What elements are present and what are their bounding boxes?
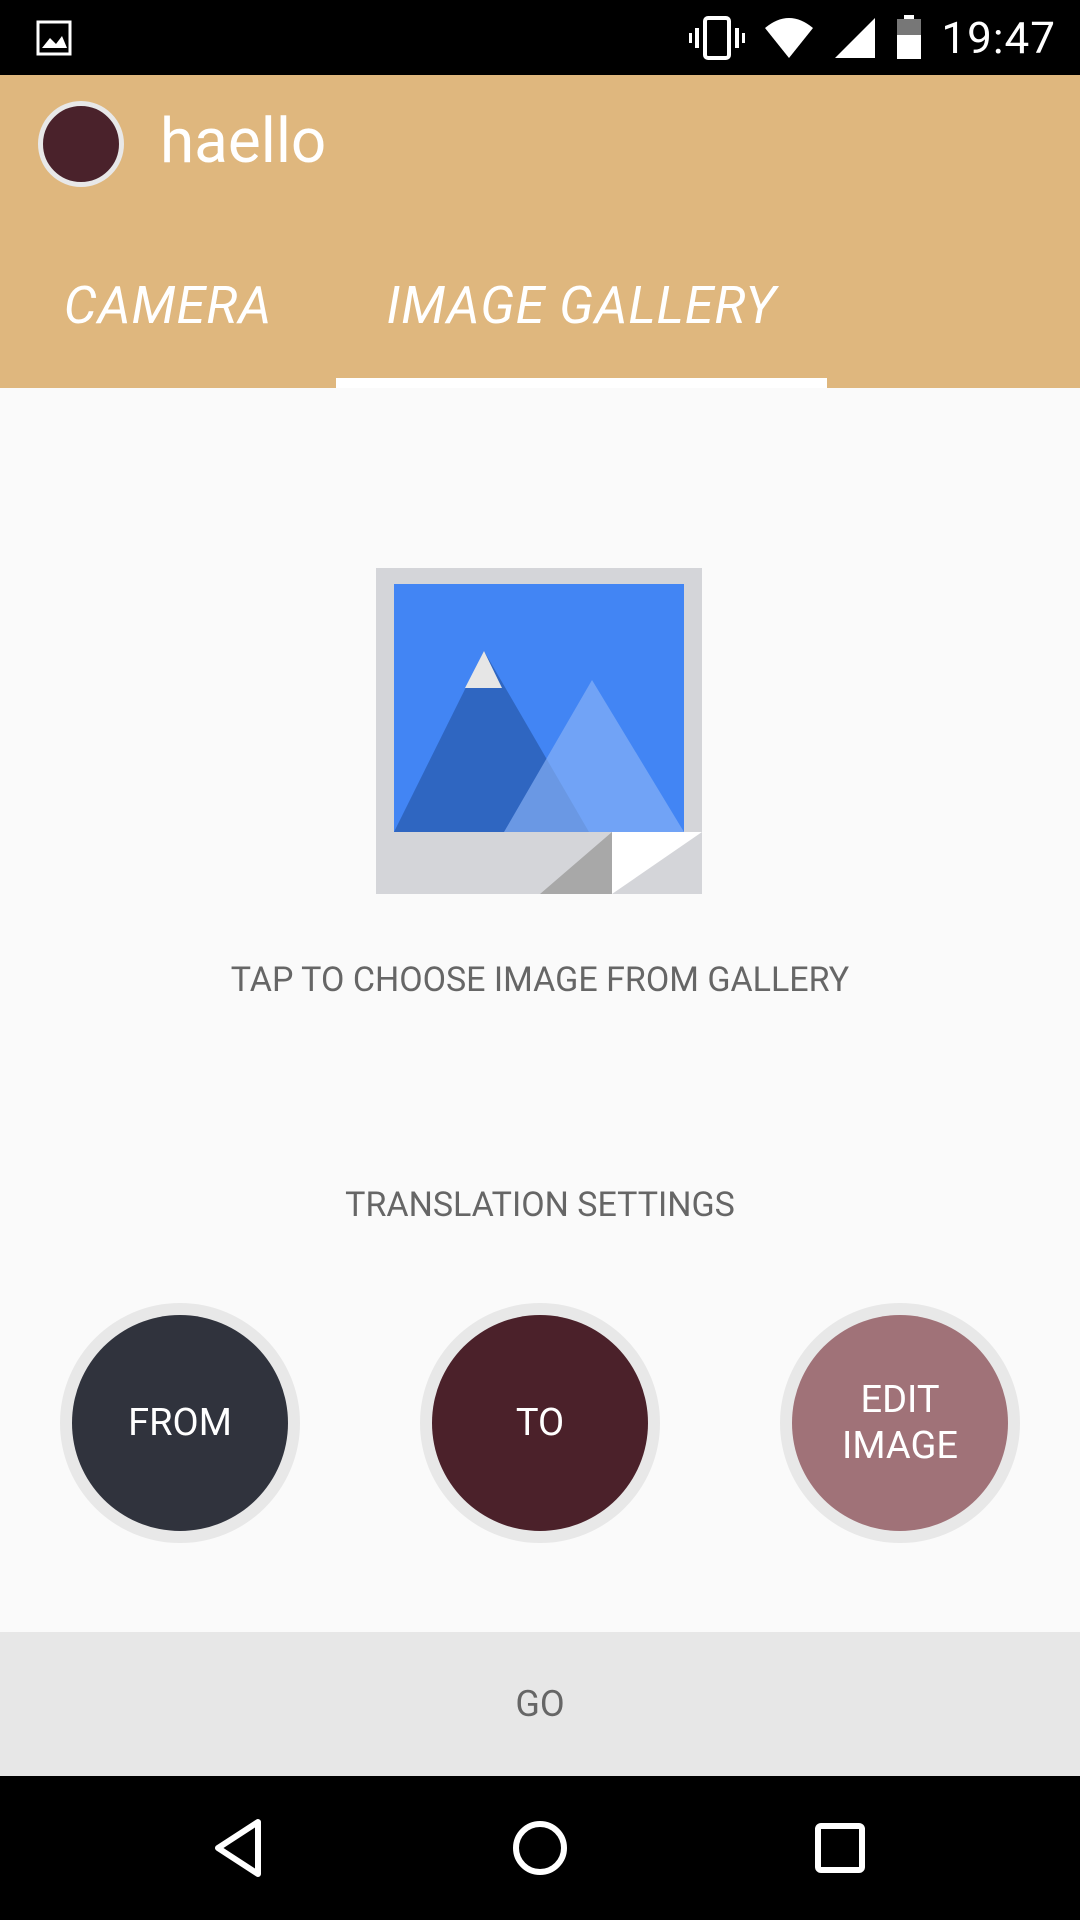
status-time: 19:47 [941, 11, 1056, 64]
to-button-face: TO [432, 1315, 648, 1531]
navigation-bar [0, 1776, 1080, 1920]
gallery-content: TAP TO CHOOSE IMAGE FROM GALLERY TRANSLA… [0, 388, 1080, 1632]
app-title: haello [160, 105, 327, 178]
from-button-label: FROM [128, 1401, 232, 1445]
from-button-face: FROM [72, 1315, 288, 1531]
go-button-label: GO [515, 1683, 565, 1725]
choose-image-hint[interactable]: TAP TO CHOOSE IMAGE FROM GALLERY [0, 960, 1080, 1000]
status-icons: 19:47 [689, 0, 1056, 75]
home-icon[interactable] [500, 1808, 580, 1888]
app-bar: haello CAMERA IMAGE GALLERY [0, 75, 1080, 388]
wifi-icon [765, 17, 814, 58]
image-notification-icon [36, 20, 72, 56]
recents-icon[interactable] [800, 1808, 880, 1888]
from-language-button[interactable]: FROM [60, 1303, 300, 1543]
battery-icon [897, 14, 922, 59]
translation-settings-label: TRANSLATION SETTINGS [345, 1185, 735, 1225]
cell-signal-icon [835, 17, 876, 58]
edit-image-button[interactable]: EDIT IMAGE [780, 1303, 1020, 1543]
to-button-label: TO [515, 1401, 565, 1445]
tab-image-gallery-label: IMAGE GALLERY [386, 275, 777, 336]
edit-image-label-line1: EDIT [860, 1378, 940, 1422]
tab-camera[interactable]: CAMERA [0, 265, 336, 388]
tab-camera-label: CAMERA [63, 275, 273, 336]
tab-indicator [336, 378, 827, 388]
edit-image-label-line2: IMAGE [842, 1424, 958, 1468]
back-icon[interactable] [200, 1808, 280, 1888]
to-language-button[interactable]: TO [420, 1303, 660, 1543]
tab-image-gallery[interactable]: IMAGE GALLERY [336, 265, 827, 388]
status-bar: 19:47 [0, 0, 1080, 75]
go-button[interactable]: GO [0, 1632, 1080, 1776]
gallery-image-icon[interactable] [374, 566, 704, 896]
vibrate-icon [689, 15, 746, 60]
edit-image-button-face: EDIT IMAGE [792, 1315, 1008, 1531]
app-logo [38, 101, 124, 187]
